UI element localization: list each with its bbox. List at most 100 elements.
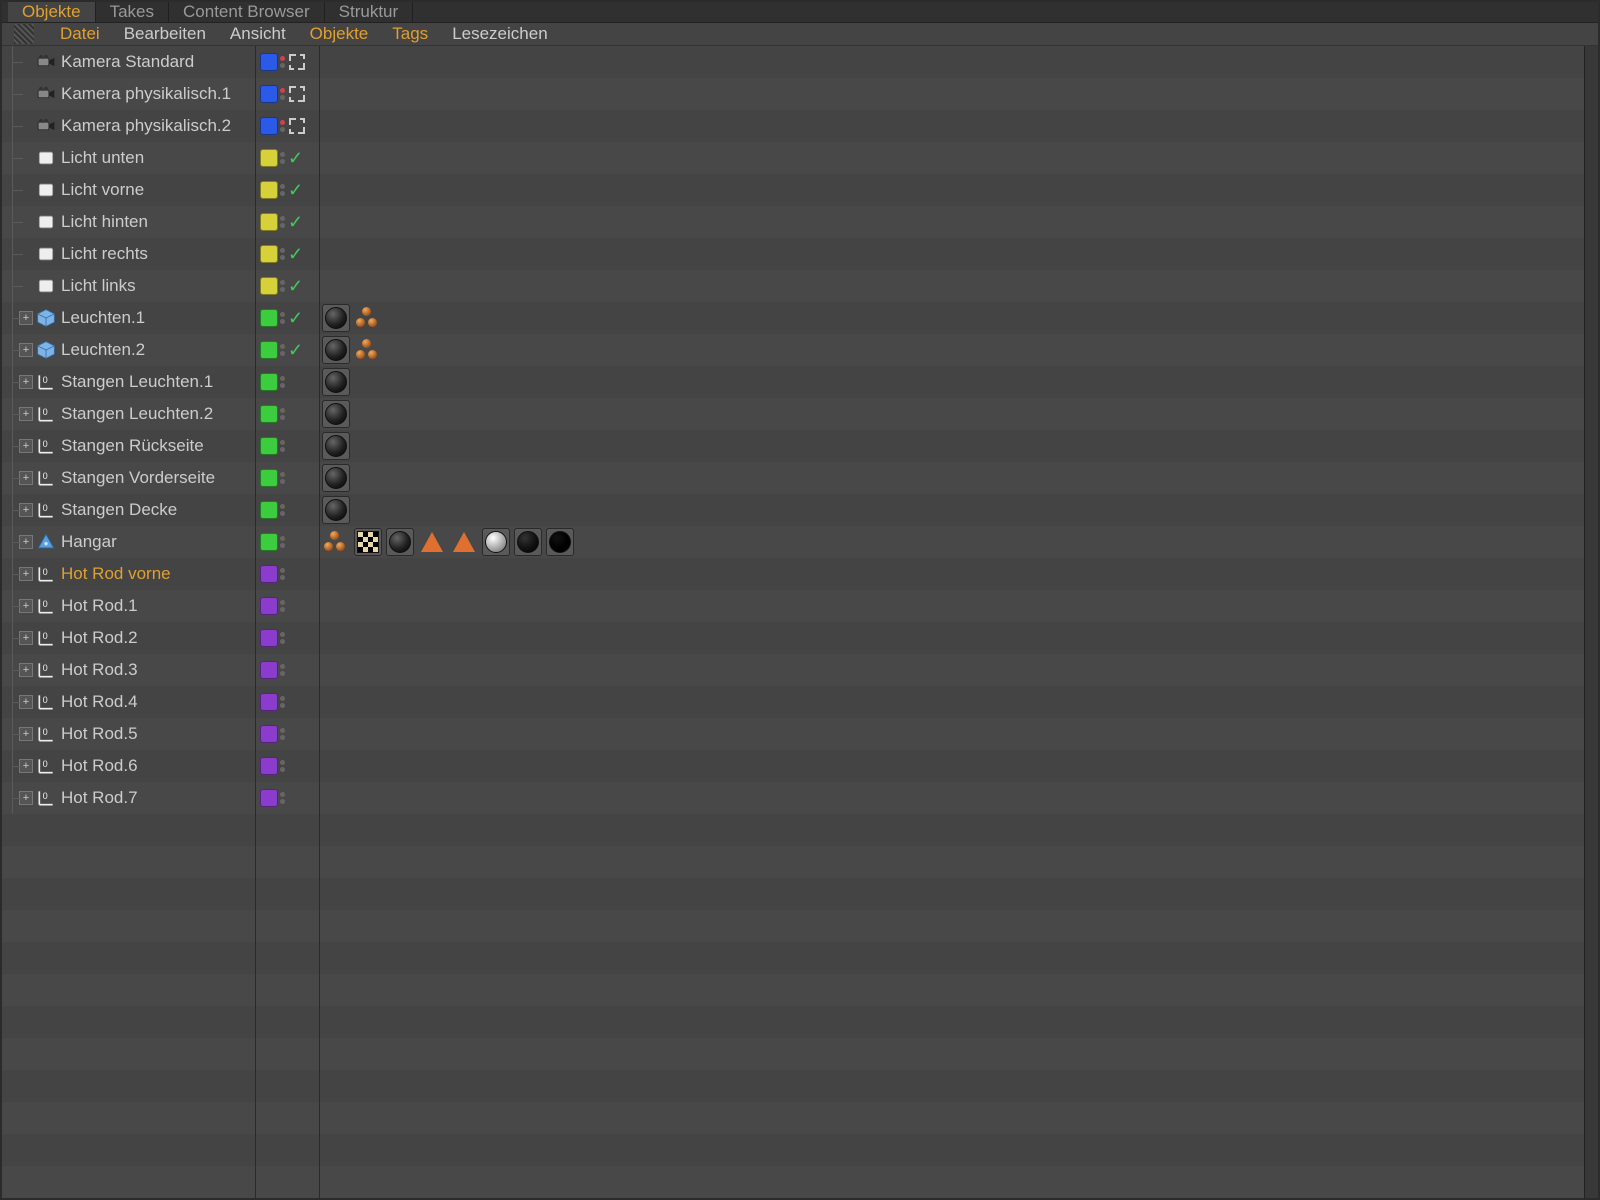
visibility-dots[interactable] (280, 440, 285, 452)
layer-color-chip[interactable] (260, 117, 278, 135)
tab-content-browser[interactable]: Content Browser (169, 2, 325, 22)
menu-lesezeichen[interactable]: Lesezeichen (452, 24, 547, 44)
tag-material-icon[interactable] (386, 528, 414, 556)
render-check-icon[interactable]: ✓ (288, 148, 303, 169)
visibility-dots[interactable] (280, 56, 285, 68)
tree-row[interactable]: +0Hot Rod.5 (2, 718, 1584, 750)
layer-color-chip[interactable] (260, 533, 278, 551)
tree-row[interactable]: +0Stangen Leuchten.1 (2, 366, 1584, 398)
object-label[interactable]: Leuchten.1 (61, 308, 145, 328)
tree-row[interactable]: +0Stangen Vorderseite (2, 462, 1584, 494)
object-label[interactable]: Stangen Decke (61, 500, 177, 520)
layer-color-chip[interactable] (260, 565, 278, 583)
tree-row[interactable]: Licht rechts✓ (2, 238, 1584, 270)
object-label[interactable]: Licht rechts (61, 244, 148, 264)
tree-row[interactable]: +0Hot Rod vorne (2, 558, 1584, 590)
layer-color-chip[interactable] (260, 85, 278, 103)
tag-particle-icon[interactable] (354, 304, 382, 332)
menu-bearbeiten[interactable]: Bearbeiten (124, 24, 206, 44)
visibility-dots[interactable] (280, 792, 285, 804)
layer-color-chip[interactable] (260, 373, 278, 391)
visibility-dots[interactable] (280, 312, 285, 324)
visibility-dots[interactable] (280, 376, 285, 388)
visibility-dots[interactable] (280, 88, 285, 100)
visibility-dots[interactable] (280, 536, 285, 548)
visibility-dots[interactable] (280, 216, 285, 228)
layer-color-chip[interactable] (260, 53, 278, 71)
layer-color-chip[interactable] (260, 309, 278, 327)
layer-color-chip[interactable] (260, 693, 278, 711)
vertical-scrollbar[interactable] (1584, 46, 1598, 1198)
tree-row[interactable]: Licht unten ✓ (2, 142, 1584, 174)
object-label[interactable]: Kamera Standard (61, 52, 194, 72)
layer-color-chip[interactable] (260, 597, 278, 615)
tree-row[interactable]: Licht vorne✓ (2, 174, 1584, 206)
tree-row[interactable]: +0Stangen Rückseite (2, 430, 1584, 462)
layer-color-chip[interactable] (260, 437, 278, 455)
layer-color-chip[interactable] (260, 469, 278, 487)
layer-color-chip[interactable] (260, 629, 278, 647)
tag-material-icon[interactable] (322, 400, 350, 428)
object-label[interactable]: Leuchten.2 (61, 340, 145, 360)
tab-takes[interactable]: Takes (96, 2, 169, 22)
tree-row[interactable]: +0Hot Rod.3 (2, 654, 1584, 686)
layer-color-chip[interactable] (260, 149, 278, 167)
layer-color-chip[interactable] (260, 501, 278, 519)
visibility-dots[interactable] (280, 408, 285, 420)
visibility-dots[interactable] (280, 152, 285, 164)
visibility-dots[interactable] (280, 472, 285, 484)
tree-row[interactable]: Licht links✓ (2, 270, 1584, 302)
object-label[interactable]: Stangen Rückseite (61, 436, 204, 456)
layer-color-chip[interactable] (260, 277, 278, 295)
object-label[interactable]: Hot Rod.4 (61, 692, 138, 712)
object-label[interactable]: Hangar (61, 532, 117, 552)
tree-row[interactable]: Kamera physikalisch.2 (2, 110, 1584, 142)
tag-uvw-icon[interactable] (354, 528, 382, 556)
object-label[interactable]: Hot Rod.2 (61, 628, 138, 648)
object-label[interactable]: Stangen Vorderseite (61, 468, 215, 488)
object-label[interactable]: Hot Rod.7 (61, 788, 138, 808)
layer-color-chip[interactable] (260, 245, 278, 263)
tag-phong-icon[interactable] (450, 528, 478, 556)
tag-material-icon[interactable] (322, 368, 350, 396)
tree-row[interactable]: +Leuchten.1✓ (2, 302, 1584, 334)
layer-color-chip[interactable] (260, 757, 278, 775)
object-label[interactable]: Kamera physikalisch.1 (61, 84, 231, 104)
menu-datei[interactable]: Datei (60, 24, 100, 44)
visibility-dots[interactable] (280, 696, 285, 708)
tag-material-icon[interactable] (514, 528, 542, 556)
tree-row[interactable]: +Hangar (2, 526, 1584, 558)
visibility-dots[interactable] (280, 568, 285, 580)
tree-row[interactable]: Kamera physikalisch.1 (2, 78, 1584, 110)
tag-material-icon[interactable] (546, 528, 574, 556)
tag-particle-icon[interactable] (322, 528, 350, 556)
view-mode-icon[interactable] (14, 24, 34, 44)
tag-material-icon[interactable] (322, 496, 350, 524)
layer-color-chip[interactable] (260, 405, 278, 423)
tree-row[interactable]: +0Hot Rod.7 (2, 782, 1584, 814)
tab-objekte[interactable]: Objekte (8, 2, 96, 22)
object-tree[interactable]: Kamera Standard Kamera physikalisch.1 Kame… (2, 46, 1584, 1198)
object-label[interactable]: Stangen Leuchten.2 (61, 404, 213, 424)
object-label[interactable]: Hot Rod.1 (61, 596, 138, 616)
viewport-target-icon[interactable] (289, 54, 305, 70)
render-check-icon[interactable]: ✓ (288, 212, 303, 233)
layer-color-chip[interactable] (260, 725, 278, 743)
tag-material-icon[interactable] (322, 336, 350, 364)
tree-row[interactable]: +0Stangen Leuchten.2 (2, 398, 1584, 430)
visibility-dots[interactable] (280, 344, 285, 356)
object-label[interactable]: Hot Rod.3 (61, 660, 138, 680)
tree-row[interactable]: +0Hot Rod.1 (2, 590, 1584, 622)
layer-color-chip[interactable] (260, 789, 278, 807)
visibility-dots[interactable] (280, 120, 285, 132)
tag-phong-icon[interactable] (418, 528, 446, 556)
object-label[interactable]: Licht hinten (61, 212, 148, 232)
render-check-icon[interactable]: ✓ (288, 276, 303, 297)
object-label[interactable]: Licht unten (61, 148, 144, 168)
object-label[interactable]: Hot Rod.6 (61, 756, 138, 776)
object-label[interactable]: Hot Rod vorne (61, 564, 171, 584)
tree-row[interactable]: +0Hot Rod.4 (2, 686, 1584, 718)
tree-row[interactable]: Licht hinten ✓ (2, 206, 1584, 238)
menu-tags[interactable]: Tags (392, 24, 428, 44)
visibility-dots[interactable] (280, 760, 285, 772)
